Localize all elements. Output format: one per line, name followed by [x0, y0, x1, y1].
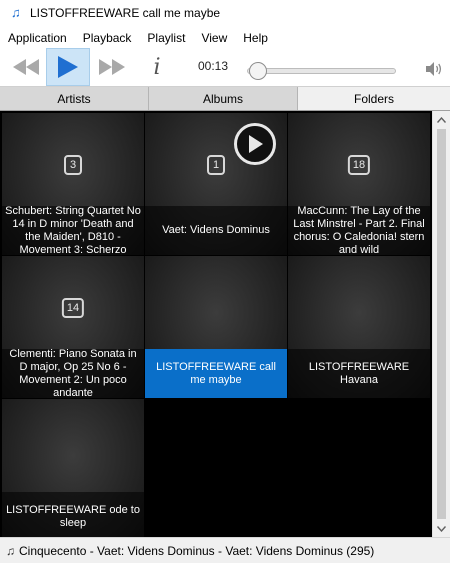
music-note-icon: ♫ [6, 543, 15, 558]
now-playing-status: Cinquecento - Vaet: Videns Dominus - Vae… [19, 543, 375, 558]
tab-folders[interactable]: Folders [298, 87, 450, 110]
info-button[interactable]: i [145, 48, 169, 86]
folder-label: Clementi: Piano Sonata in D major, Op 25… [2, 349, 144, 398]
folder-grid: 3 Schubert: String Quartet No 14 in D mi… [0, 111, 432, 537]
previous-button[interactable] [6, 48, 46, 86]
next-button[interactable] [92, 48, 132, 86]
seek-slider-knob[interactable] [248, 62, 267, 80]
menu-playlist[interactable]: Playlist [139, 31, 193, 45]
previous-icon [13, 59, 39, 75]
folder-tile-selected[interactable]: LISTOFFREEWARE call me maybe [145, 256, 287, 398]
folder-label: Schubert: String Quartet No 14 in D mino… [2, 206, 144, 255]
seek-slider[interactable] [247, 68, 396, 74]
menu-help[interactable]: Help [235, 31, 276, 45]
elapsed-time: 00:13 [198, 59, 229, 73]
volume-button[interactable] [424, 61, 444, 77]
status-bar: ♫ Cinquecento - Vaet: Videns Dominus - V… [0, 537, 450, 563]
track-count-badge: 18 [347, 155, 371, 175]
track-count-badge: 14 [61, 298, 85, 318]
folder-tile[interactable]: 18 MacCunn: The Lay of the Last Minstrel… [288, 113, 430, 255]
scroll-down-arrow-icon[interactable] [433, 520, 450, 537]
next-icon [99, 59, 125, 75]
folder-label: Vaet: Videns Dominus [145, 206, 287, 255]
vertical-scrollbar[interactable] [432, 111, 450, 537]
folder-label: MacCunn: The Lay of the Last Minstrel - … [288, 206, 430, 255]
info-icon: i [153, 54, 161, 80]
folder-label: LISTOFFREEWARE ode to sleep [2, 492, 144, 537]
speaker-icon [426, 62, 442, 76]
play-icon [58, 56, 78, 78]
music-note-icon: ♫ [11, 5, 21, 20]
menu-application[interactable]: Application [0, 31, 75, 45]
tab-artists[interactable]: Artists [0, 87, 149, 110]
toolbar: i 00:13 [0, 48, 450, 86]
window-title: LISTOFFREEWARE call me maybe [30, 6, 221, 20]
menu-bar: Application Playback Playlist View Help [0, 29, 450, 47]
folder-tile[interactable]: LISTOFFREEWARE ode to sleep [2, 399, 144, 537]
play-overlay-button[interactable] [234, 123, 276, 165]
folder-label: LISTOFFREEWARE call me maybe [145, 349, 287, 398]
folder-tile[interactable]: LISTOFFREEWARE Havana [288, 256, 430, 398]
track-count-badge: 1 [207, 155, 225, 175]
folder-tile[interactable]: 3 Schubert: String Quartet No 14 in D mi… [2, 113, 144, 255]
folder-tile[interactable]: 1 Vaet: Videns Dominus [145, 113, 287, 255]
scroll-up-arrow-icon[interactable] [433, 111, 450, 128]
folder-label: LISTOFFREEWARE Havana [288, 349, 430, 398]
library-tabs: Artists Albums Folders [0, 86, 450, 111]
menu-view[interactable]: View [193, 31, 235, 45]
play-button[interactable] [46, 48, 90, 86]
title-bar: ♫ LISTOFFREEWARE call me maybe [0, 0, 450, 26]
folder-tile[interactable]: 14 Clementi: Piano Sonata in D major, Op… [2, 256, 144, 398]
scrollbar-thumb[interactable] [437, 129, 446, 519]
track-count-badge: 3 [64, 155, 82, 175]
menu-playback[interactable]: Playback [75, 31, 140, 45]
play-icon [249, 135, 263, 153]
tab-albums[interactable]: Albums [149, 87, 298, 110]
